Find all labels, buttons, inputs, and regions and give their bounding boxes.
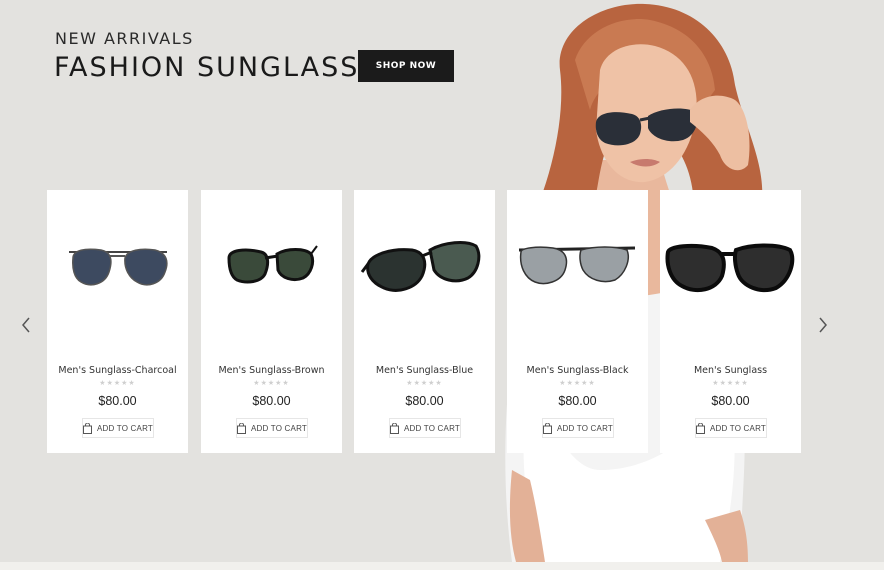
add-to-cart-button[interactable]: ADD TO CART [236,418,308,438]
product-price: $80.00 [98,394,137,408]
section-divider [0,562,884,570]
shopping-bag-icon [237,422,246,434]
hero-eyebrow: NEW ARRIVALS [55,29,194,48]
add-to-cart-label: ADD TO CART [557,423,613,433]
chevron-left-icon [22,317,30,333]
carousel-next-button[interactable] [813,314,833,336]
shopping-bag-icon [83,422,92,434]
add-to-cart-label: ADD TO CART [97,423,153,433]
product-card[interactable]: Men's Sunglass-Charcoal ★★★★★ $80.00 ADD… [47,190,188,453]
product-card[interactable]: Men's Sunglass-Black ★★★★★ $80.00 ADD TO… [507,190,648,453]
shopping-bag-icon [696,422,705,434]
rating-stars: ★★★★★ [406,380,443,387]
add-to-cart-label: ADD TO CART [404,423,460,433]
product-name[interactable]: Men's Sunglass-Charcoal [47,365,188,376]
hero-banner: NEW ARRIVALS FASHION SUNGLASSES SHOP NOW… [0,0,884,562]
carousel-prev-button[interactable] [16,314,36,336]
shopping-bag-icon [390,422,399,434]
product-price: $80.00 [252,394,291,408]
product-price: $80.00 [405,394,444,408]
product-carousel: Men's Sunglass-Charcoal ★★★★★ $80.00 ADD… [47,190,807,453]
product-image [360,241,481,292]
add-to-cart-label: ADD TO CART [710,423,766,433]
product-image [665,243,795,293]
product-price: $80.00 [711,394,750,408]
add-to-cart-button[interactable]: ADD TO CART [695,418,767,438]
hero-title: FASHION SUNGLASSES [54,52,398,83]
product-name[interactable]: Men's Sunglass-Brown [201,365,342,376]
product-card[interactable]: Men's Sunglass-Brown ★★★★★ $80.00 ADD TO… [201,190,342,453]
add-to-cart-button[interactable]: ADD TO CART [82,418,154,438]
product-name[interactable]: Men's Sunglass-Blue [354,365,495,376]
rating-stars: ★★★★★ [712,380,749,387]
product-image [69,248,168,286]
chevron-right-icon [819,317,827,333]
add-to-cart-label: ADD TO CART [251,423,307,433]
product-name[interactable]: Men's Sunglass-Black [507,365,648,376]
add-to-cart-button[interactable]: ADD TO CART [389,418,461,438]
rating-stars: ★★★★★ [559,380,596,387]
shop-now-button[interactable]: SHOP NOW [358,50,454,82]
shopping-bag-icon [543,422,552,434]
product-price: $80.00 [558,394,597,408]
product-image [227,245,318,284]
product-card[interactable]: Men's Sunglass ★★★★★ $80.00 ADD TO CART [660,190,801,453]
add-to-cart-button[interactable]: ADD TO CART [542,418,614,438]
rating-stars: ★★★★★ [253,380,290,387]
product-image [518,246,636,285]
product-name[interactable]: Men's Sunglass [660,365,801,376]
rating-stars: ★★★★★ [99,380,136,387]
product-card[interactable]: Men's Sunglass-Blue ★★★★★ $80.00 ADD TO … [354,190,495,453]
